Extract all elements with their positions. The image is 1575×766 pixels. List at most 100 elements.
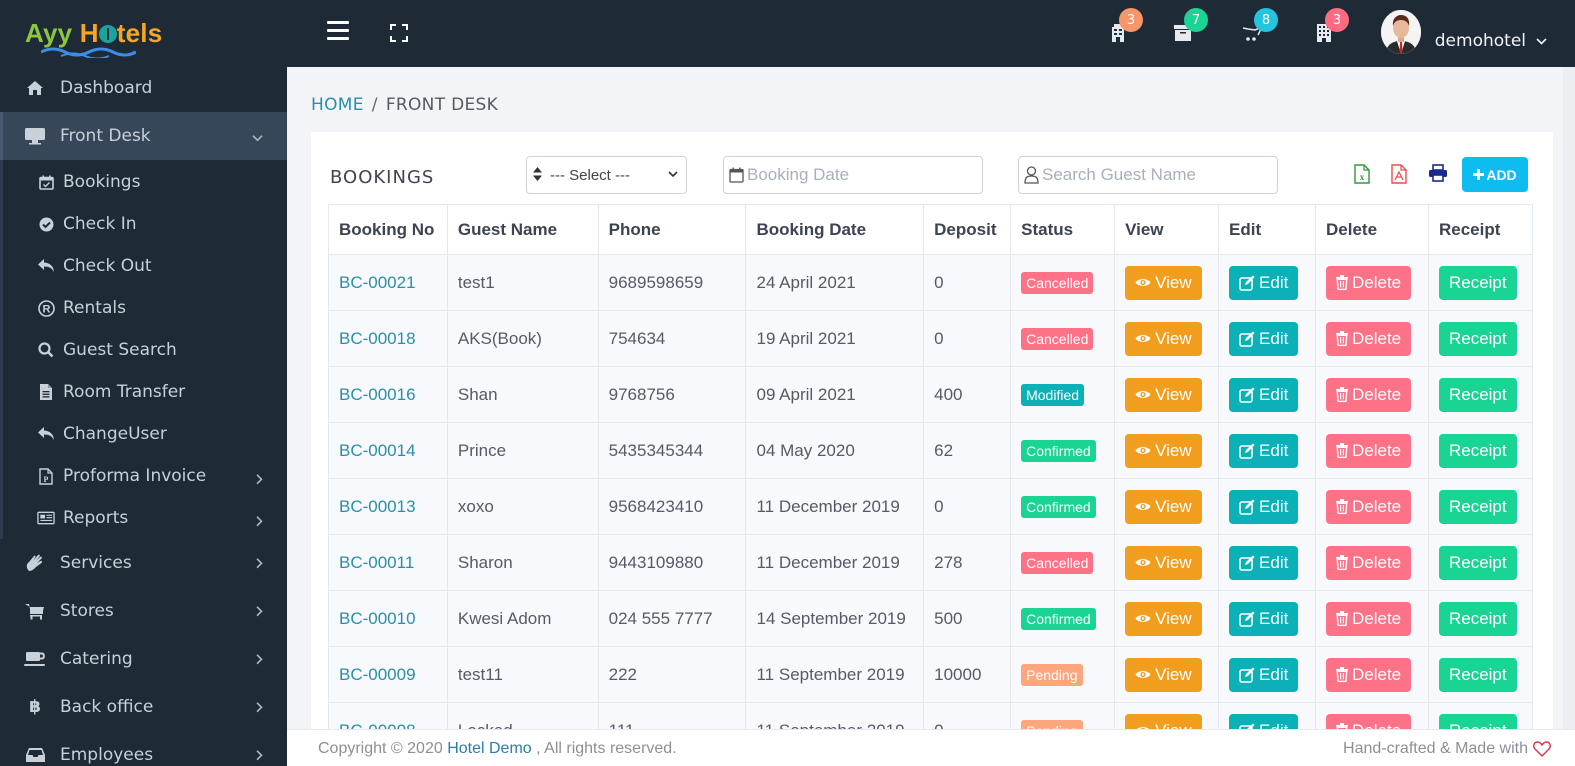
delete-button[interactable]: Delete xyxy=(1326,377,1412,412)
booking-number-link[interactable]: BC-00013 xyxy=(328,478,448,535)
print-button[interactable] xyxy=(1429,164,1447,184)
column-header[interactable]: Booking Date xyxy=(745,204,925,255)
delete-button[interactable]: Delete xyxy=(1326,489,1412,524)
edit-button[interactable]: Edit xyxy=(1229,601,1299,636)
booking-date-input[interactable]: Booking Date xyxy=(723,156,983,194)
receipt-button[interactable]: Receipt xyxy=(1438,601,1517,636)
delete-button[interactable]: Delete xyxy=(1326,433,1412,468)
brand-logo[interactable]: Ayy Htels xyxy=(0,0,287,67)
receipt-cell: Receipt xyxy=(1427,254,1534,311)
company-link[interactable]: Hotel Demo xyxy=(447,740,531,757)
phone-cell: 5435345344 xyxy=(597,422,747,479)
export-pdf-button[interactable] xyxy=(1391,164,1409,184)
column-header[interactable]: Phone xyxy=(597,204,747,255)
view-button[interactable]: View xyxy=(1125,545,1202,580)
sidebar-item-catering[interactable]: Catering xyxy=(0,635,287,683)
booking-number-link[interactable]: BC-00009 xyxy=(328,646,448,703)
sidebar-item-check-in[interactable]: Check In xyxy=(3,203,287,245)
edit-cell: Edit xyxy=(1218,254,1316,311)
menu-toggle-button[interactable] xyxy=(327,21,349,45)
edit-button[interactable]: Edit xyxy=(1229,433,1299,468)
delete-button[interactable]: Delete xyxy=(1326,321,1412,356)
notification-building[interactable]: 3 xyxy=(1313,8,1349,44)
sidebar-item-label: Guest Search xyxy=(63,340,177,360)
receipt-button[interactable]: Receipt xyxy=(1438,545,1517,580)
sidebar-item-stores[interactable]: Stores xyxy=(0,587,287,635)
guest-name-search-input[interactable]: Search Guest Name xyxy=(1018,156,1278,194)
edit-button[interactable]: Edit xyxy=(1229,377,1299,412)
sidebar-item-change-user[interactable]: ChangeUser xyxy=(3,413,287,455)
sidebar-item-back-office[interactable]: ฿ Back office xyxy=(0,683,287,731)
sidebar-item-check-out[interactable]: Check Out xyxy=(3,245,287,287)
delete-button[interactable]: Delete xyxy=(1326,601,1412,636)
status-filter-select[interactable]: --- Select --- xyxy=(526,156,687,194)
hands-icon xyxy=(24,553,46,573)
booking-number-link[interactable]: BC-00010 xyxy=(328,590,448,647)
add-booking-button[interactable]: ADD xyxy=(1462,157,1528,192)
edit-button-label: Edit xyxy=(1259,328,1289,348)
export-excel-button[interactable]: x xyxy=(1354,164,1372,184)
receipt-button-label: Receipt xyxy=(1448,496,1507,516)
edit-button[interactable]: Edit xyxy=(1229,489,1299,524)
guest-name-cell: Kwesi Adom xyxy=(446,590,599,647)
delete-button-label: Delete xyxy=(1352,328,1402,348)
deposit-cell: 10000 xyxy=(923,646,1012,703)
svg-text:x: x xyxy=(1360,172,1365,182)
sidebar-item-services[interactable]: Services xyxy=(0,539,287,587)
sidebar-item-front-desk[interactable]: Front Desk xyxy=(0,112,287,160)
receipt-button[interactable]: Receipt xyxy=(1438,433,1517,468)
edit-button[interactable]: Edit xyxy=(1229,657,1299,692)
column-header: Delete xyxy=(1315,204,1429,255)
breadcrumb: HOME / FRONT DESK xyxy=(311,95,498,115)
breadcrumb-home-link[interactable]: HOME xyxy=(311,95,364,115)
receipt-button[interactable]: Receipt xyxy=(1438,489,1517,524)
booking-number-link[interactable]: BC-00008 xyxy=(328,702,448,732)
delete-button[interactable]: Delete xyxy=(1326,265,1412,300)
sidebar-item-guest-search[interactable]: Guest Search xyxy=(3,329,287,371)
column-header[interactable]: Guest Name xyxy=(446,204,599,255)
column-header[interactable]: Deposit xyxy=(923,204,1012,255)
notification-hotel[interactable]: 3 xyxy=(1107,8,1143,44)
booking-number-link[interactable]: BC-00018 xyxy=(328,310,448,367)
page-scrollbar[interactable] xyxy=(1563,67,1575,729)
sidebar-item-dashboard[interactable]: Dashboard xyxy=(0,67,287,109)
reply-icon xyxy=(37,259,55,273)
user-menu[interactable]: demohotel xyxy=(1380,10,1547,54)
sidebar-item-room-transfer[interactable]: Room Transfer xyxy=(3,371,287,413)
sidebar-item-label: Proforma Invoice xyxy=(63,466,207,486)
view-cell: View xyxy=(1114,478,1220,535)
booking-number-link[interactable]: BC-00016 xyxy=(328,366,448,423)
booking-number-link[interactable]: BC-00021 xyxy=(328,254,448,311)
delete-button[interactable]: Delete xyxy=(1326,545,1412,580)
edit-button[interactable]: Edit xyxy=(1229,545,1299,580)
delete-button[interactable]: Delete xyxy=(1326,657,1412,692)
receipt-button[interactable]: Receipt xyxy=(1438,321,1517,356)
sidebar-item-reports[interactable]: Reports xyxy=(3,497,287,539)
view-button[interactable]: View xyxy=(1125,489,1202,524)
sidebar-item-rentals[interactable]: R Rentals xyxy=(3,287,287,329)
sidebar-item-bookings[interactable]: Bookings xyxy=(3,161,287,203)
view-button[interactable]: View xyxy=(1125,601,1202,636)
sidebar-item-proforma-invoice[interactable]: P Proforma Invoice xyxy=(3,455,287,497)
column-header[interactable]: Status xyxy=(1010,204,1116,255)
file-p-icon: P xyxy=(37,467,55,485)
sidebar-item-employees[interactable]: Employees xyxy=(0,731,287,766)
booking-number-link[interactable]: BC-00011 xyxy=(328,534,448,591)
view-button[interactable]: View xyxy=(1125,377,1202,412)
column-header: Edit xyxy=(1218,204,1316,255)
receipt-button[interactable]: Receipt xyxy=(1438,265,1517,300)
receipt-button[interactable]: Receipt xyxy=(1438,377,1517,412)
notification-archive[interactable]: 7 xyxy=(1172,8,1208,44)
receipt-cell: Receipt xyxy=(1427,646,1534,703)
view-button[interactable]: View xyxy=(1125,265,1202,300)
booking-number-link[interactable]: BC-00014 xyxy=(328,422,448,479)
view-button[interactable]: View xyxy=(1125,433,1202,468)
notification-cart[interactable]: 8 xyxy=(1242,8,1278,44)
receipt-button[interactable]: Receipt xyxy=(1438,657,1517,692)
view-button[interactable]: View xyxy=(1125,657,1202,692)
fullscreen-button[interactable] xyxy=(390,24,408,42)
column-header[interactable]: Booking No xyxy=(328,204,448,255)
edit-button[interactable]: Edit xyxy=(1229,321,1299,356)
edit-button[interactable]: Edit xyxy=(1229,265,1299,300)
view-button[interactable]: View xyxy=(1125,321,1202,356)
